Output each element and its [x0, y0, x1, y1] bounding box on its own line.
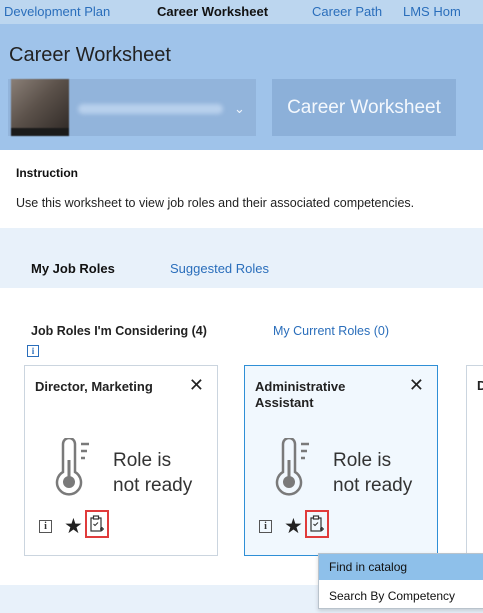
menu-item-label: Search By Competency	[329, 589, 456, 603]
thermometer-icon	[275, 438, 309, 496]
card-actions: i ★	[37, 510, 157, 540]
page-title: Career Worksheet	[9, 44, 171, 66]
nav-tab-career-path[interactable]: Career Path	[312, 4, 382, 19]
nav-tab-development-plan[interactable]: Development Plan	[4, 4, 110, 19]
user-name-blurred	[78, 104, 223, 114]
clipboard-add-icon[interactable]	[85, 510, 109, 538]
nav-tab-lms-home[interactable]: LMS Hom	[403, 4, 461, 19]
avatar	[11, 79, 69, 136]
instruction-text: Use this worksheet to view job roles and…	[16, 196, 415, 210]
info-icon[interactable]: i	[39, 520, 52, 533]
info-icon[interactable]: i	[27, 345, 39, 357]
menu-item-search-by-competency[interactable]: Search By Competency	[319, 583, 483, 609]
subtab-current-roles[interactable]: My Current Roles (0)	[273, 324, 389, 338]
role-card-title-partial: D	[477, 378, 483, 393]
tab-suggested-roles[interactable]: Suggested Roles	[170, 261, 269, 276]
instruction-title: Instruction	[16, 166, 78, 180]
close-icon[interactable]: ✕	[189, 375, 204, 396]
chevron-down-icon[interactable]: ⌄	[234, 101, 245, 117]
role-status-text: Role is not ready	[333, 450, 413, 496]
user-selector[interactable]: ⌄	[8, 79, 256, 136]
role-status-text: Role is not ready	[113, 450, 193, 496]
role-card-title: Administrative Assistant	[255, 379, 346, 410]
menu-item-label: Find in catalog	[329, 560, 408, 574]
subtab-considering[interactable]: Job Roles I'm Considering (4)	[31, 324, 207, 338]
career-worksheet-button[interactable]: Career Worksheet	[272, 79, 456, 136]
close-icon[interactable]: ✕	[409, 375, 424, 396]
role-card-title: Director, Marketing	[35, 379, 153, 394]
tab-my-job-roles[interactable]: My Job Roles	[31, 261, 115, 276]
thermometer-icon	[55, 438, 89, 496]
role-card-director-marketing[interactable]: Director, Marketing ✕ Role is not ready …	[24, 365, 218, 556]
star-icon[interactable]: ★	[64, 514, 83, 539]
nav-tab-career-worksheet[interactable]: Career Worksheet	[157, 4, 268, 19]
role-card-administrative-assistant[interactable]: Administrative Assistant ✕ Role is not r…	[244, 365, 438, 556]
menu-item-find-in-catalog[interactable]: Find in catalog	[319, 554, 483, 580]
role-card-partial[interactable]: D	[466, 365, 483, 556]
clipboard-add-icon[interactable]	[305, 510, 329, 538]
top-navigation: Development Plan Career Worksheet Career…	[0, 0, 483, 24]
catalog-dropdown-menu: Find in catalog Search By Competency	[318, 553, 483, 609]
info-icon[interactable]: i	[259, 520, 272, 533]
star-icon[interactable]: ★	[284, 514, 303, 539]
card-actions: i ★	[257, 510, 377, 540]
page-header: Career Worksheet ⌄ Career Worksheet	[0, 24, 483, 150]
